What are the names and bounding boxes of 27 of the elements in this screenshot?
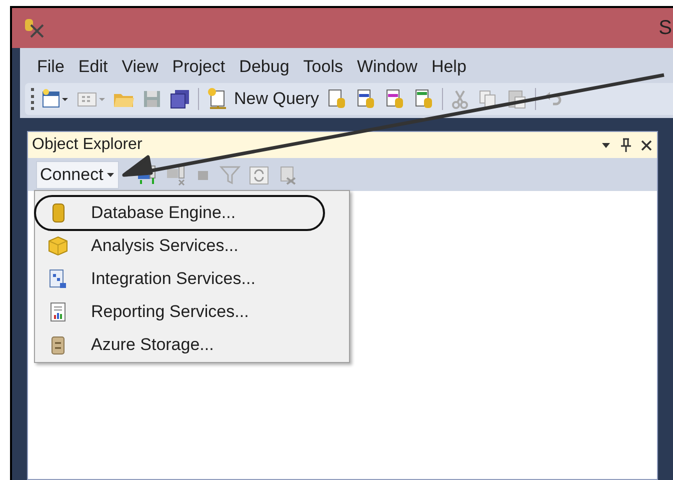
menu-item[interactable]: Edit [71,54,115,80]
menu-item[interactable]: Tools [296,54,350,80]
menu-option[interactable]: Database Engine... [35,197,321,229]
diagram-icon [47,268,69,290]
window-title: S [658,16,672,41]
menu-item[interactable]: Help [424,54,474,80]
new-query-button[interactable]: New Query [206,86,320,112]
server-disconnect-icon[interactable] [165,164,188,186]
pin-icon[interactable] [620,138,632,152]
menu-option[interactable]: Reporting Services... [35,295,349,328]
panel-title: Object Explorer [32,135,142,155]
tools-app-icon [23,17,45,39]
save-all-icon[interactable] [169,88,191,110]
menu-item[interactable]: Window [350,54,424,80]
caret-icon [106,170,116,179]
menu-option[interactable]: Analysis Services... [35,229,349,262]
menu-option[interactable]: Integration Services... [35,262,349,295]
menu-option[interactable]: Azure Storage... [35,328,349,361]
menu-item[interactable]: File [30,54,72,80]
close-icon[interactable] [640,138,653,152]
grip-icon [31,88,34,110]
menu-item[interactable]: Project [165,54,232,80]
menu-item[interactable]: View [114,54,166,80]
connect-button[interactable]: Connect [36,160,120,188]
cube-icon [47,234,69,256]
new-project-icon[interactable] [41,88,69,110]
menu-item[interactable]: Debug [232,54,296,80]
